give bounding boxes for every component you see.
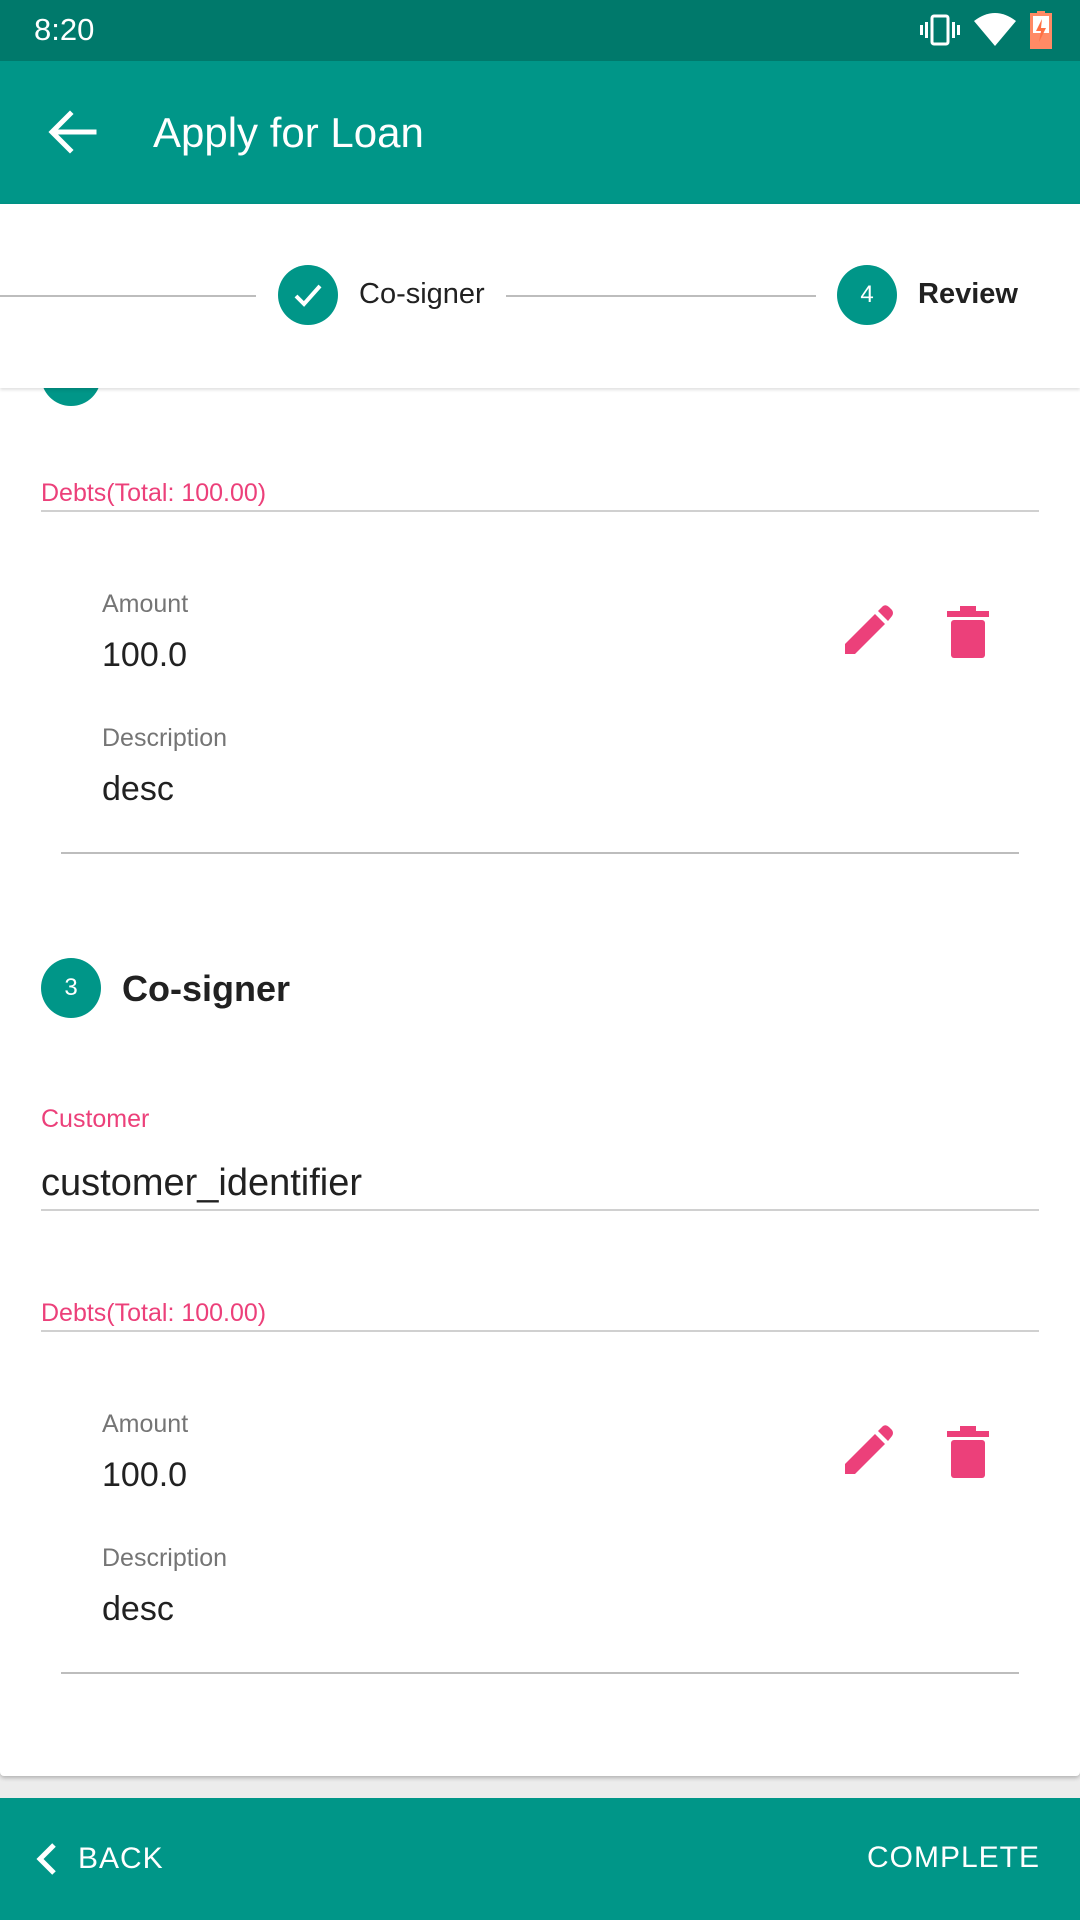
edit-icon[interactable] (837, 602, 897, 662)
arrow-back-icon[interactable] (44, 108, 98, 156)
status-bar: 8:20 (0, 0, 1080, 61)
description-label: Description (102, 1544, 228, 1572)
amount-value: 100.0 (102, 636, 188, 674)
description-value: desc (102, 770, 174, 808)
stepper-card: Co-signer 4 Review Debts(Total: 100.00) … (0, 204, 1080, 1776)
back-button[interactable]: BACK (32, 1798, 164, 1920)
divider (41, 1209, 1039, 1211)
description-label: Description (102, 724, 228, 752)
step-co-signer-label[interactable]: Co-signer (359, 278, 485, 311)
divider (41, 1330, 1039, 1332)
divider (41, 510, 1039, 512)
amount-label: Amount (102, 1410, 189, 1438)
stepper-connector (506, 295, 816, 297)
customer-value[interactable]: customer_identifier (41, 1162, 362, 1205)
customer-label: Customer (41, 1105, 150, 1133)
page-title: Apply for Loan (153, 109, 424, 156)
debts-label: Debts(Total: 100.00) (41, 479, 267, 507)
battery-charging-icon (1030, 11, 1052, 49)
app-bar: Apply for Loan (0, 61, 1080, 204)
delete-icon[interactable] (938, 1422, 998, 1482)
step-review-circle[interactable]: 4 (837, 265, 897, 325)
step-3-circle: 3 (41, 958, 101, 1018)
stepper-header: Co-signer 4 Review (0, 204, 1080, 388)
description-value: desc (102, 1590, 174, 1628)
check-icon (294, 284, 322, 307)
amount-value: 100.0 (102, 1456, 188, 1494)
bottom-navigation-bar: BACK COMPLETE (0, 1798, 1080, 1920)
status-time: 8:20 (34, 12, 95, 47)
complete-button[interactable]: COMPLETE (867, 1841, 1040, 1875)
divider (61, 852, 1019, 854)
chevron-left-icon (36, 1843, 56, 1875)
status-icons (920, 10, 1052, 50)
divider (61, 1672, 1019, 1674)
back-button-label: BACK (78, 1842, 164, 1875)
wifi-icon (974, 13, 1016, 46)
step-review-label[interactable]: Review (918, 278, 1018, 311)
cosigner-section-title: Co-signer (122, 968, 291, 1009)
edit-icon[interactable] (837, 1422, 897, 1482)
stepper-connector (0, 295, 256, 297)
amount-label: Amount (102, 590, 189, 618)
vibrate-icon (920, 14, 960, 46)
delete-icon[interactable] (938, 602, 998, 662)
step-co-signer-circle[interactable] (278, 265, 338, 325)
debts-label: Debts(Total: 100.00) (41, 1299, 267, 1327)
